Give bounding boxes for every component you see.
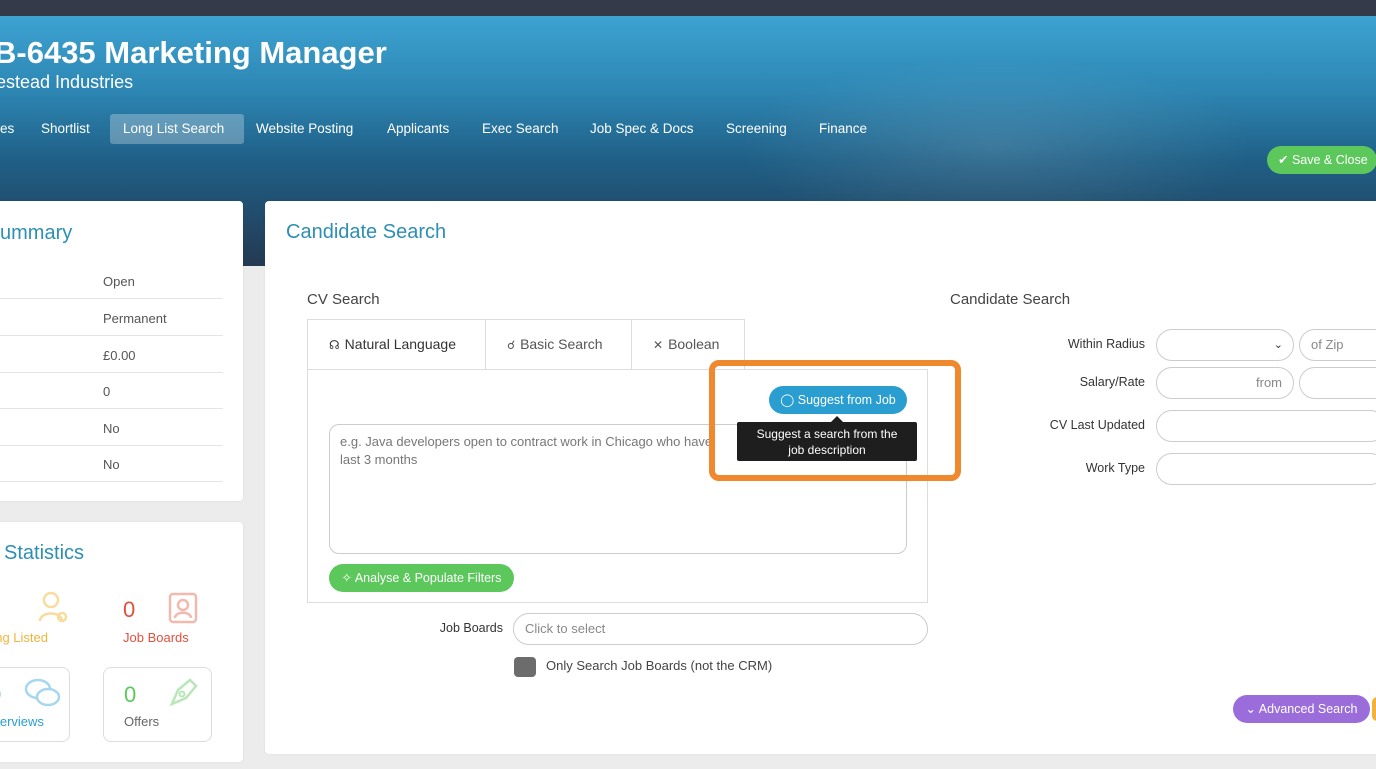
check-icon: ✔ xyxy=(1278,153,1289,167)
stat-value: 0 xyxy=(124,682,137,707)
summary-row: No xyxy=(0,409,223,446)
id-card-icon xyxy=(168,592,198,624)
summary-row: 0 xyxy=(0,372,223,409)
nav-tab-website-posting[interactable]: Website Posting xyxy=(243,114,366,144)
summary-value: 0 xyxy=(103,384,111,399)
stat-label: Offers xyxy=(124,714,160,729)
summary-title: ummary xyxy=(0,222,73,244)
summary-value: Open xyxy=(103,274,135,289)
cv-last-updated-label: CV Last Updated xyxy=(1049,418,1145,432)
top-bar xyxy=(0,0,1376,16)
tab-basic-search[interactable]: ☌ Basic Search xyxy=(485,319,632,370)
tools-icon: ✕ xyxy=(653,338,664,352)
nav-tab-exec-search[interactable]: Exec Search xyxy=(469,114,572,144)
only-job-boards-checkbox[interactable] xyxy=(514,657,536,677)
tab-label: Basic Search xyxy=(520,336,603,352)
nav-tab-shortlist[interactable]: Shortlist xyxy=(28,114,103,144)
within-radius-label: Within Radius xyxy=(1067,337,1145,351)
stat-job-boards[interactable]: 0 Job Boards xyxy=(123,592,213,647)
user-search-icon xyxy=(38,591,68,623)
search-icon: ☌ xyxy=(507,338,516,352)
stat-offers[interactable]: 0 Offers xyxy=(103,667,212,742)
stat-label: Job Boards xyxy=(123,630,189,645)
summary-value: Permanent xyxy=(103,311,167,326)
summary-row: No xyxy=(0,445,223,482)
headset-icon: ☊ xyxy=(329,338,340,352)
summary-value: £0.00 xyxy=(103,348,136,363)
salary-rate-label: Salary/Rate xyxy=(1079,375,1145,389)
company-name: estead Industries xyxy=(0,72,134,92)
cv-search-label: CV Search xyxy=(307,291,380,308)
stat-label: ong Listed xyxy=(0,630,48,645)
within-radius-select[interactable]: ⌄ xyxy=(1156,329,1294,361)
stat-long-listed[interactable]: 0 ong Listed xyxy=(0,591,78,647)
analyse-populate-button[interactable]: ✧ Analyse & Populate Filters xyxy=(329,564,514,592)
summary-value: No xyxy=(103,457,120,472)
tab-label: Boolean xyxy=(668,336,720,352)
analyse-label: Analyse & Populate Filters xyxy=(354,571,502,585)
stat-value: 0 xyxy=(0,682,1,708)
work-type-select[interactable] xyxy=(1156,453,1376,485)
summary-row: £0.00 xyxy=(0,336,223,373)
pen-nib-icon xyxy=(169,678,198,707)
candidate-search-title: Candidate Search xyxy=(286,221,447,243)
summary-row: Open xyxy=(0,262,223,299)
chevron-down-icon: ⌄ xyxy=(1273,339,1283,351)
nav-tab-0[interactable]: es xyxy=(0,114,27,144)
chat-bubbles-icon xyxy=(24,678,61,707)
save-close-button[interactable]: ✔ Save & Close xyxy=(1267,146,1376,174)
job-boards-select[interactable]: Click to select xyxy=(513,613,928,645)
work-type-label: Work Type xyxy=(1085,461,1145,475)
tab-natural-language[interactable]: ☊ Natural Language xyxy=(307,319,486,370)
job-summary-card: ummary Open Permanent £0.00 0 No No xyxy=(0,201,243,501)
highlight-box xyxy=(709,360,961,481)
candidate-search-label: Candidate Search xyxy=(950,291,1071,308)
stat-value: 0 xyxy=(123,597,136,622)
statistics-card: Statistics 0 ong Listed 0 Job Boards 0 n… xyxy=(0,522,243,762)
zip-input[interactable]: of Zip xyxy=(1299,329,1376,361)
chevron-down-icon: ⌄ xyxy=(1245,702,1256,716)
cv-last-updated-input[interactable] xyxy=(1156,410,1376,442)
partial-button-edge[interactable] xyxy=(1372,697,1376,721)
summary-value: No xyxy=(103,421,120,436)
nav-tab-screening[interactable]: Screening xyxy=(713,114,800,144)
nav-tab-finance[interactable]: Finance xyxy=(806,114,880,144)
tab-label: Natural Language xyxy=(344,336,456,352)
job-boards-label: Job Boards xyxy=(439,621,503,635)
nav-tab-job-spec-docs[interactable]: Job Spec & Docs xyxy=(577,114,707,144)
only-job-boards-label: Only Search Job Boards (not the CRM) xyxy=(546,658,773,673)
summary-row: Permanent xyxy=(0,299,223,336)
nav-tab-applicants[interactable]: Applicants xyxy=(374,114,462,144)
job-title: B-6435 Marketing Manager xyxy=(0,35,387,70)
advanced-search-button[interactable]: ⌄ Advanced Search xyxy=(1233,695,1370,723)
save-close-label: Save & Close xyxy=(1291,153,1368,167)
salary-from-input[interactable]: from xyxy=(1156,367,1294,399)
advanced-search-label: Advanced Search xyxy=(1258,702,1358,716)
nav-tab-long-list-search[interactable]: Long List Search xyxy=(110,114,244,144)
stat-interviews[interactable]: 0 nterviews xyxy=(0,667,70,742)
magic-icon: ✧ xyxy=(341,571,353,585)
stat-label: nterviews xyxy=(0,714,44,729)
salary-to-input[interactable] xyxy=(1299,367,1376,399)
statistics-title: Statistics xyxy=(4,542,85,564)
